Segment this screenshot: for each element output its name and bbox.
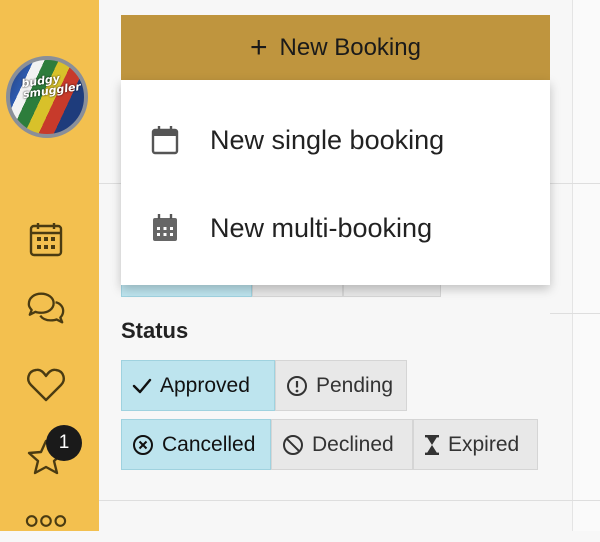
chip-label: Expired: [448, 432, 520, 456]
filter-chip[interactable]: [252, 285, 343, 297]
new-booking-menu: New single booking New multi-booking: [121, 80, 550, 285]
sidebar: budgy smuggler 1: [0, 0, 99, 531]
chip-label: Pending: [316, 373, 394, 397]
new-booking-label: New Booking: [279, 33, 421, 61]
notification-badge: 1: [46, 425, 82, 461]
ban-icon: [282, 434, 304, 456]
chip-label: Approved: [160, 373, 250, 397]
menu-item-label: New multi-booking: [210, 212, 433, 243]
right-panel: [572, 0, 600, 531]
calendar-icon: [29, 223, 63, 257]
divider: [572, 183, 600, 184]
sidebar-item-more[interactable]: [25, 500, 67, 542]
alert-circle-icon: [286, 375, 308, 397]
status-chip-cancelled[interactable]: Cancelled: [121, 419, 271, 470]
divider: [572, 313, 600, 314]
filter-chip[interactable]: [343, 285, 441, 297]
filter-chip[interactable]: [121, 285, 252, 297]
divider: [572, 500, 600, 501]
status-chip-approved[interactable]: Approved: [121, 360, 275, 411]
menu-item-label: New single booking: [210, 124, 445, 155]
avatar-text: budgy smuggler: [20, 71, 82, 102]
more-icon: [25, 515, 67, 527]
chat-icon: [27, 292, 65, 324]
divider: [550, 313, 572, 314]
x-circle-icon: [132, 434, 154, 456]
divider: [99, 500, 572, 501]
check-icon: [132, 377, 152, 395]
status-chip-declined[interactable]: Declined: [271, 419, 413, 470]
menu-item-new-multi-booking[interactable]: New multi-booking: [121, 192, 550, 264]
status-heading: Status: [121, 318, 189, 343]
sidebar-item-calendar[interactable]: [25, 218, 67, 260]
avatar[interactable]: budgy smuggler: [6, 56, 88, 138]
menu-item-new-single-booking[interactable]: New single booking: [121, 104, 550, 176]
chip-label: Declined: [312, 432, 394, 456]
calendar-blank-icon: [151, 126, 179, 155]
chip-label: Cancelled: [162, 432, 256, 456]
status-chip-expired[interactable]: Expired: [413, 419, 538, 470]
new-booking-button[interactable]: + New Booking: [121, 15, 550, 80]
sidebar-item-favourites[interactable]: [25, 364, 67, 406]
sidebar-item-messages[interactable]: [25, 287, 67, 329]
heart-icon: [27, 368, 65, 402]
hidden-filter-chips: [121, 285, 441, 297]
calendar-grid-icon: [153, 214, 177, 241]
plus-icon: +: [250, 30, 268, 64]
hourglass-icon: [424, 434, 440, 456]
status-chip-pending[interactable]: Pending: [275, 360, 407, 411]
